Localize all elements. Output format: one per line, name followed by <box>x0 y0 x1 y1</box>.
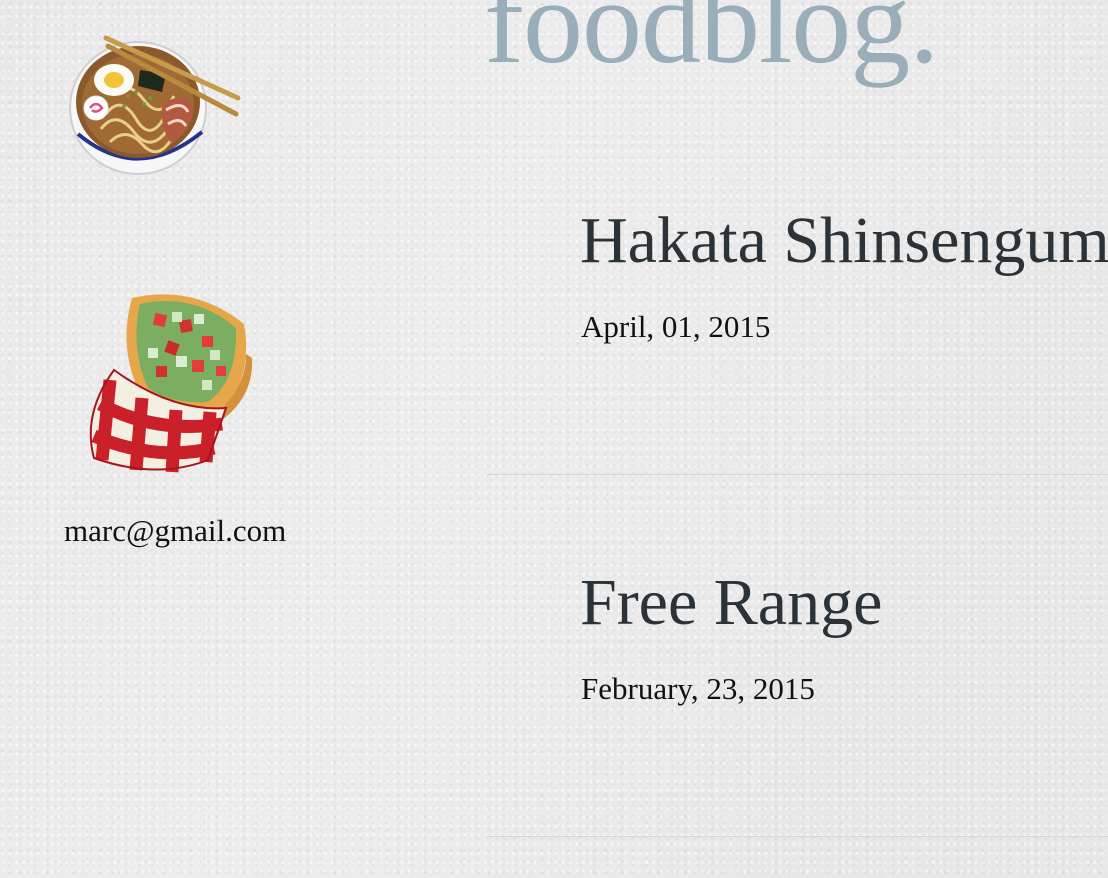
email-link[interactable]: marc@gmail.com <box>64 513 286 549</box>
site-title[interactable]: foodblog. <box>484 0 939 82</box>
burrito-icon[interactable] <box>76 284 258 478</box>
post-title[interactable]: Free Range <box>580 570 882 636</box>
post-title[interactable]: Hakata Shinsengumi <box>580 208 1108 274</box>
post-divider <box>486 474 1108 475</box>
ramen-bowl-icon[interactable] <box>66 34 244 184</box>
post-divider <box>486 836 1108 837</box>
post-date: April, 01, 2015 <box>581 309 771 344</box>
post-date: February, 23, 2015 <box>581 671 815 706</box>
